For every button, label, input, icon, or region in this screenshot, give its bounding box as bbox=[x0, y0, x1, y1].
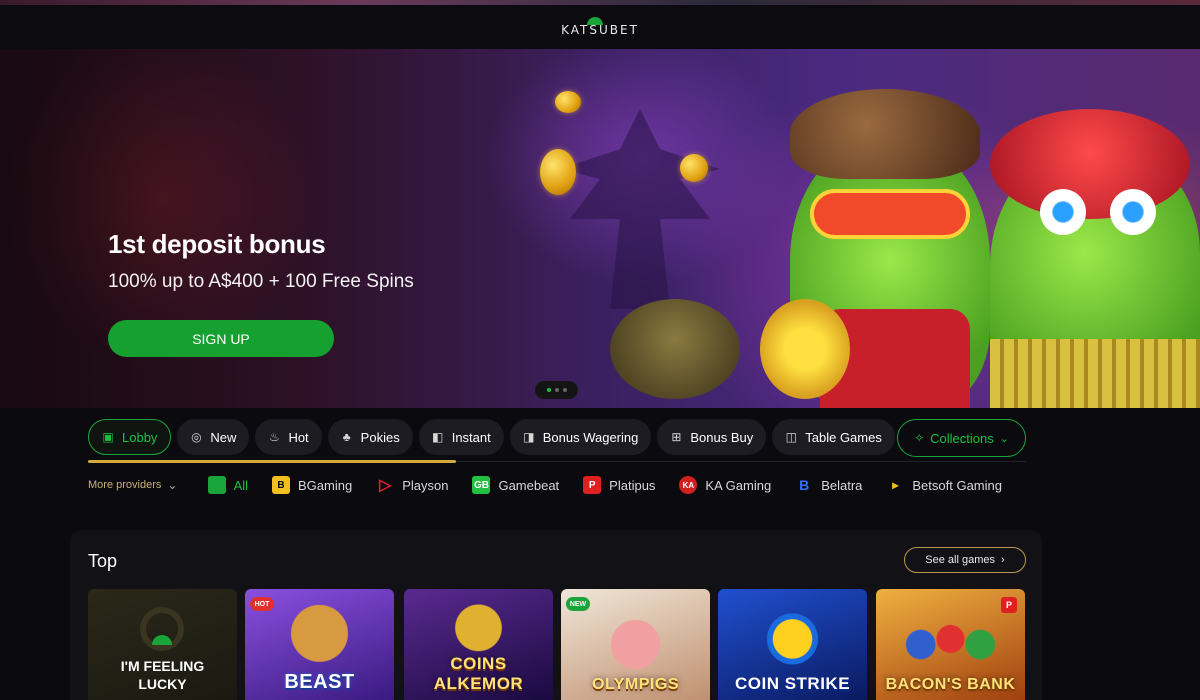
section-title: Top bbox=[88, 551, 118, 571]
provider-label: All bbox=[233, 477, 249, 493]
tab-label: Table Games bbox=[805, 429, 882, 445]
pagoda-illustration bbox=[560, 109, 720, 309]
tab-table-games[interactable]: ◫ Table Games bbox=[772, 419, 895, 455]
promo-banner[interactable]: 1st deposit bonus 100% up to A$400 + 100… bbox=[0, 49, 1200, 408]
tabs-scroll-indicator[interactable] bbox=[88, 460, 456, 463]
chevron-right-icon: › bbox=[1001, 554, 1005, 566]
provider-belatra[interactable]: B Belatra bbox=[795, 476, 862, 494]
tab-label: Bonus Buy bbox=[690, 429, 754, 445]
see-all-games-button[interactable]: See all games › bbox=[904, 547, 1026, 573]
category-bar: ▣ Lobby ◎ New ♨ Hot ♣ Pokies ◧ Instant ◨… bbox=[0, 408, 1200, 508]
provider-label: BGaming bbox=[298, 477, 353, 493]
critter-illustration bbox=[610, 299, 740, 399]
game-card-coin-strike[interactable]: COIN STRIKE bbox=[718, 589, 867, 700]
bonus-wagering-icon: ◨ bbox=[523, 430, 535, 444]
tab-instant[interactable]: ◧ Instant bbox=[418, 419, 504, 455]
provider-filter: More providers ⌄ All B BGaming ▷ Playson… bbox=[88, 470, 1026, 500]
logo-mark-icon bbox=[587, 17, 604, 25]
flame-icon: ♨ bbox=[269, 430, 280, 444]
provider-label: Belatra bbox=[821, 477, 863, 493]
provider-all[interactable]: All bbox=[207, 476, 249, 494]
tab-label: Pokies bbox=[360, 429, 400, 445]
collections-dropdown[interactable]: ✧ Collections ⌄ bbox=[897, 419, 1026, 457]
promo-text: 1st deposit bonus 100% up to A$400 + 100… bbox=[108, 229, 414, 292]
tab-label: Hot bbox=[288, 429, 309, 445]
belatra-logo-icon: B bbox=[799, 477, 810, 493]
collections-label: Collections bbox=[930, 430, 994, 446]
tab-pokies[interactable]: ♣ Pokies bbox=[327, 419, 413, 455]
ukulele-illustration bbox=[760, 299, 850, 399]
provider-bgaming[interactable]: B BGaming bbox=[272, 476, 352, 494]
instant-icon: ◧ bbox=[432, 430, 444, 444]
lobby-icon: ▣ bbox=[102, 430, 114, 444]
hula-frog-illustration bbox=[990, 109, 1200, 408]
cherries-icon: ♣ bbox=[342, 430, 351, 444]
game-title: BEAST bbox=[284, 671, 355, 693]
playson-logo-icon: ▷ bbox=[379, 477, 392, 494]
carousel-dots bbox=[535, 381, 578, 399]
grid-icon bbox=[207, 476, 226, 494]
bgaming-logo-icon: B bbox=[272, 476, 291, 494]
tab-label: Bonus Wagering bbox=[542, 429, 639, 445]
game-title: I'M FEELING LUCKY bbox=[120, 658, 205, 692]
provider-label: KA Gaming bbox=[705, 477, 772, 493]
game-card-feeling-lucky[interactable]: I'M FEELING LUCKY bbox=[88, 589, 237, 700]
gift-icon: ⊞ bbox=[671, 430, 682, 444]
game-card-beast[interactable]: HOT BEAST bbox=[245, 589, 394, 700]
tab-label: New bbox=[210, 429, 237, 445]
provider-label: Platipus bbox=[609, 477, 656, 493]
game-title: OLYMPIGS bbox=[592, 676, 679, 693]
collections-icon: ✧ bbox=[914, 431, 925, 445]
site-header: KATSUBET bbox=[0, 5, 1200, 49]
provider-label: Gamebeat bbox=[498, 477, 560, 493]
ka-gaming-logo-icon: KA bbox=[679, 476, 698, 494]
provider-label: Playson bbox=[402, 477, 449, 493]
table-games-icon: ◫ bbox=[785, 430, 797, 444]
see-all-label: See all games bbox=[925, 554, 996, 566]
more-providers-label: More providers bbox=[88, 479, 162, 491]
coin-illustration bbox=[680, 154, 708, 182]
carousel-dot[interactable] bbox=[546, 388, 551, 392]
tab-hot[interactable]: ♨ Hot bbox=[255, 419, 322, 455]
new-badge: NEW bbox=[566, 597, 590, 611]
tab-label: Lobby bbox=[122, 429, 158, 445]
carousel-dot[interactable] bbox=[562, 388, 567, 392]
game-title: COIN STRIKE bbox=[734, 674, 851, 693]
provider-playson[interactable]: ▷ Playson bbox=[376, 476, 448, 494]
promo-subtitle: 100% up to A$400 + 100 Free Spins bbox=[108, 271, 414, 292]
provider-betsoft[interactable]: ▸ Betsoft Gaming bbox=[886, 476, 1002, 494]
katsubet-logo[interactable]: KATSUBET bbox=[561, 17, 639, 37]
game-card-olympigs[interactable]: NEW OLYMPIGS bbox=[561, 589, 710, 700]
betsoft-logo-icon: ▸ bbox=[892, 478, 899, 492]
game-card-bacons-bank[interactable]: P BACON'S BANK bbox=[876, 589, 1025, 700]
provider-ka-gaming[interactable]: KA KA Gaming bbox=[679, 476, 771, 494]
new-icon: ◎ bbox=[191, 430, 202, 444]
tab-bonus-wagering[interactable]: ◨ Bonus Wagering bbox=[509, 419, 652, 455]
tab-bonus-buy[interactable]: ⊞ Bonus Buy bbox=[657, 419, 767, 455]
logo-text: KATSUBET bbox=[561, 23, 639, 37]
provider-label: Betsoft Gaming bbox=[912, 477, 1002, 493]
platipus-logo-icon: P bbox=[583, 476, 602, 494]
tab-lobby[interactable]: ▣ Lobby bbox=[88, 419, 172, 455]
more-providers-dropdown[interactable]: More providers ⌄ bbox=[88, 478, 208, 492]
gamebeat-logo-icon: GB bbox=[472, 476, 491, 494]
promo-title: 1st deposit bonus bbox=[108, 229, 326, 259]
provider-badge: P bbox=[1001, 597, 1017, 613]
hot-badge: HOT bbox=[250, 597, 274, 611]
game-card-coins-alkemor[interactable]: COINS ALKEMOR bbox=[404, 589, 553, 700]
chevron-down-icon: ⌄ bbox=[167, 478, 178, 492]
provider-platipus[interactable]: P Platipus bbox=[583, 476, 655, 494]
game-title: BACON'S BANK bbox=[885, 676, 1016, 693]
chevron-down-icon: ⌄ bbox=[999, 432, 1009, 445]
game-title: COINS ALKEMOR bbox=[433, 654, 524, 693]
provider-gamebeat[interactable]: GB Gamebeat bbox=[472, 476, 559, 494]
sign-up-button[interactable]: SIGN UP bbox=[108, 320, 334, 357]
tab-new[interactable]: ◎ New bbox=[177, 419, 250, 455]
tab-label: Instant bbox=[451, 429, 491, 445]
carousel-dot[interactable] bbox=[554, 388, 559, 392]
category-tabs: ▣ Lobby ◎ New ♨ Hot ♣ Pokies ◧ Instant ◨… bbox=[88, 419, 896, 455]
